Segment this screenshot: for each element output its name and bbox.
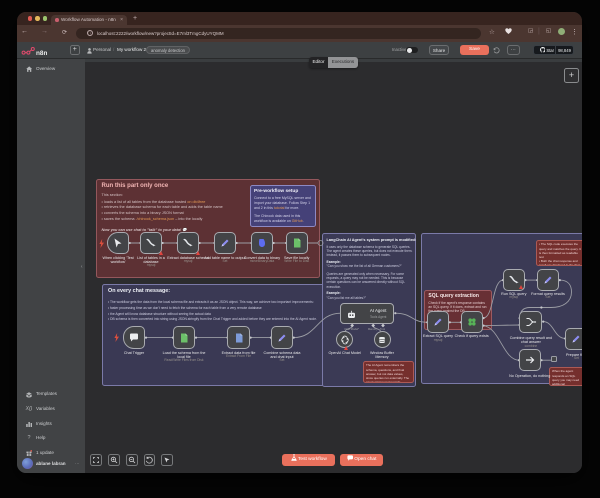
svg-text:n8n: n8n bbox=[36, 50, 47, 56]
